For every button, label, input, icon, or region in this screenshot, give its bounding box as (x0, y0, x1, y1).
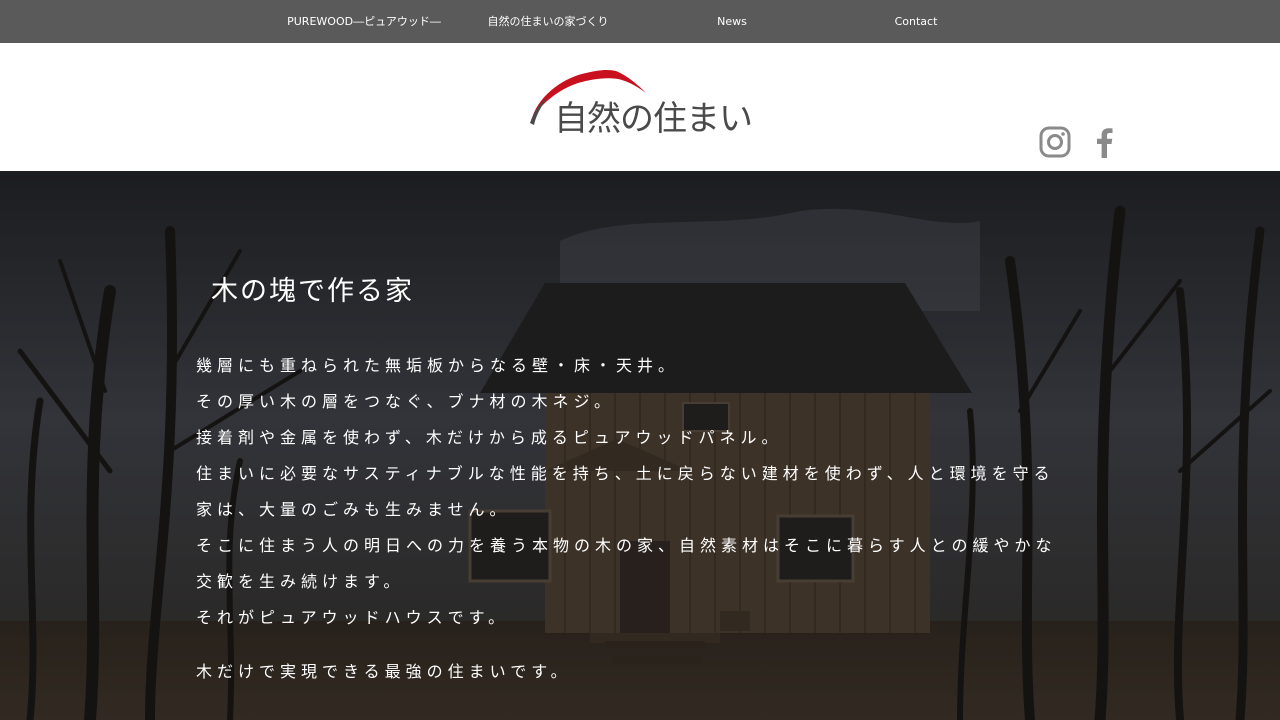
site-logo[interactable]: 自然の住まい (526, 63, 756, 143)
nav-item-house-building[interactable]: 自然の住まいの家づくり (468, 0, 628, 43)
site-header: 自然の住まい (0, 43, 1280, 171)
nav-item-news[interactable]: News (692, 0, 772, 43)
instagram-link[interactable] (1038, 125, 1072, 159)
hero-description-line: それがピュアウッドハウスです。 (196, 608, 510, 627)
hero-closing-statement: 木だけで実現できる最強の住まいです。 (196, 662, 572, 681)
hero-description: 幾層にも重ねられた無垢板からなる壁・床・天井。 その厚い木の層をつなぐ、ブナ材の… (196, 348, 1096, 636)
facebook-link[interactable] (1088, 125, 1122, 159)
hero-description-line: 幾層にも重ねられた無垢板からなる壁・床・天井。 (196, 356, 680, 375)
hero-section: 木の塊で作る家 幾層にも重ねられた無垢板からなる壁・床・天井。 その厚い木の層を… (0, 171, 1280, 720)
hero-title: 木の塊で作る家 (211, 276, 414, 307)
hero-description-line: 家は、大量のごみも生みません。 (196, 500, 511, 519)
hero-description-line: 交歓を生み続けます。 (196, 572, 405, 591)
hero-description-line: 接着剤や金属を使わず、木だけから成るピュアウッドパネル。 (196, 428, 783, 447)
instagram-icon (1039, 126, 1071, 158)
top-navigation: PUREWOOD―ピュアウッド― 自然の住まいの家づくり News Contac… (0, 0, 1280, 43)
facebook-icon (1097, 128, 1113, 158)
hero-description-line: 住まいに必要なサスティナブルな性能を持ち、土に戻らない建材を使わず、人と環境を守… (196, 464, 1055, 483)
nav-item-purewood[interactable]: PUREWOOD―ピュアウッド― (274, 0, 454, 43)
hero-description-line: そこに住まう人の明日への力を養う本物の木の家、自然素材はそこに暮らす人との緩やか… (196, 536, 1057, 555)
hero-description-line: その厚い木の層をつなぐ、ブナ材の木ネジ。 (196, 392, 616, 411)
nav-item-contact[interactable]: Contact (876, 0, 956, 43)
logo-wordmark: 自然の住まい (554, 99, 753, 139)
